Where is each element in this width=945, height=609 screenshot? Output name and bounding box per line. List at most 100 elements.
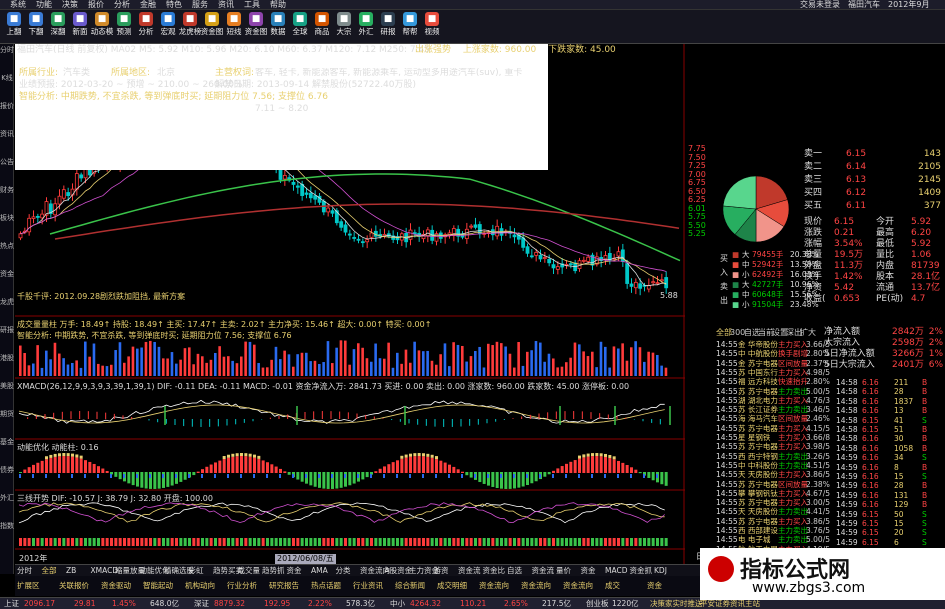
extension-tab[interactable]: 行业资讯 — [353, 580, 383, 591]
extension-tab[interactable]: 智能起动 — [143, 580, 173, 591]
extension-tab[interactable]: 关联报价 — [59, 580, 89, 591]
status-item: 深证 — [194, 599, 209, 608]
trend-block — [378, 538, 382, 546]
tick-side: B — [922, 481, 928, 491]
toolbar-button[interactable]: ■ 外汇 — [356, 12, 376, 42]
sidebar-item[interactable]: 报价 — [0, 102, 14, 128]
sidebar-item[interactable]: 指数 — [0, 522, 14, 548]
sidebar-item[interactable]: 研报 — [0, 326, 14, 352]
volume-bar — [88, 356, 91, 376]
menu-item[interactable]: 系统 — [10, 0, 26, 10]
trend-block — [62, 538, 66, 546]
extension-tab[interactable]: 成交 — [605, 580, 620, 591]
toolbar-button[interactable]: ■ 深翻 — [48, 12, 68, 42]
toolbar-button[interactable]: ■ 资金图 — [245, 12, 267, 42]
toolbar-button[interactable]: ■ 宏观 — [158, 12, 178, 42]
extension-tab[interactable]: 扩展区 — [17, 580, 40, 591]
extension-tab[interactable]: 机构动向 — [185, 580, 215, 591]
menu-item[interactable]: 帮助 — [270, 0, 286, 10]
toolbar-button[interactable]: ■ 视频 — [422, 12, 442, 42]
chart-area[interactable]: 福田汽车(日线 前复权) MA02 M5: 5.92 M10: 5.96 M20… — [15, 44, 685, 564]
extension-tab[interactable]: 资金流向 — [521, 580, 551, 591]
toolbar-button[interactable]: ■ 大宗 — [334, 12, 354, 42]
trend-block — [279, 538, 282, 546]
menu-item[interactable]: 工具 — [244, 0, 260, 10]
menu-item[interactable]: 特色 — [166, 0, 182, 10]
toolbar-button[interactable]: ■ 数据 — [268, 12, 288, 42]
sidebar-item[interactable]: 热点 — [0, 242, 14, 268]
energy-bar — [309, 472, 313, 486]
volume-bar — [500, 343, 503, 376]
menu-item[interactable]: 资讯 — [218, 0, 234, 10]
flow-legend-row: ■ 大 42727手 10.96% — [686, 280, 945, 289]
extension-tab[interactable]: 行业分析 — [227, 580, 257, 591]
volume-bar — [123, 362, 126, 376]
extension-tab[interactable]: 资金流向 — [479, 580, 509, 591]
extension-tab[interactable]: 资金 — [647, 580, 662, 591]
volume-bar — [214, 352, 217, 376]
extension-tab[interactable]: 资金驱动 — [101, 580, 131, 591]
toolbar-button[interactable]: ■ 商品 — [312, 12, 332, 42]
toolbar-button[interactable]: ■ 预测 — [114, 12, 134, 42]
sidebar-item[interactable]: 债券 — [0, 466, 14, 492]
sidebar-item[interactable]: 基金 — [0, 438, 14, 464]
tick-price: 6.16 — [862, 378, 879, 387]
toolbar-button[interactable]: ■ 研报 — [378, 12, 398, 42]
extension-tab[interactable]: 热点话题 — [311, 580, 341, 591]
sidebar-item[interactable]: K线 — [0, 74, 14, 100]
sidebar-item[interactable]: 资讯 — [0, 130, 14, 156]
status-item: 创业板 — [586, 599, 609, 608]
toolbar-button[interactable]: ■ 新面 — [70, 12, 90, 42]
energy-bar — [214, 462, 217, 473]
candle-body — [291, 181, 296, 185]
extension-tab[interactable]: 成交明细 — [437, 580, 467, 591]
sidebar-item[interactable]: 外汇 — [0, 494, 14, 520]
tick-volume: 30 — [894, 434, 904, 444]
energy-bar — [170, 472, 174, 486]
toolbar-button[interactable]: ■ 资金图 — [201, 12, 223, 42]
sidebar-item[interactable]: 分时 — [0, 46, 14, 72]
tick-side: B — [922, 425, 928, 434]
menu-item[interactable]: 服务 — [192, 0, 208, 10]
sidebar-item[interactable]: 板块 — [0, 214, 14, 240]
toolbar-button[interactable]: ■ 龙虎榜 — [179, 12, 201, 42]
sidebar-item[interactable]: 龙虎 — [0, 298, 14, 324]
menu-item[interactable]: 报价 — [88, 0, 104, 10]
sidebar-item[interactable]: 期货 — [0, 410, 14, 436]
toolbar-button[interactable]: ■ 短线 — [224, 12, 244, 42]
menu-item[interactable]: 金融 — [140, 0, 156, 10]
energy-bar — [521, 472, 525, 487]
sidebar-item[interactable]: 财务 — [0, 186, 14, 212]
energy-bar — [88, 461, 92, 473]
trend-block — [474, 538, 477, 546]
toolbar-button[interactable]: ■ 下翻 — [26, 12, 46, 42]
news-row[interactable]: 14:55 中 中航股份 换手剧增 2.80% — [686, 349, 945, 358]
sidebar-item[interactable]: 美股 — [0, 382, 14, 408]
extension-tab[interactable]: 研究报告 — [269, 580, 299, 591]
tick-side: B — [922, 406, 928, 416]
extension-tab[interactable]: 综合新闻 — [395, 580, 425, 591]
toolbar-button[interactable]: ■ 全球 — [290, 12, 310, 42]
trend-block — [422, 538, 425, 546]
menu-item[interactable]: 功能 — [36, 0, 52, 10]
toolbar-button[interactable]: ■ 帮帮 — [400, 12, 420, 42]
extension-tab[interactable]: 资金流向 — [563, 580, 593, 591]
sidebar-item[interactable]: 资金 — [0, 270, 14, 296]
menu-item[interactable]: 决策 — [62, 0, 78, 10]
sidebar-item[interactable]: 公告 — [0, 158, 14, 184]
sidebar-item[interactable]: 港股 — [0, 354, 14, 380]
volume-bar — [513, 367, 516, 376]
trend-block — [149, 538, 152, 546]
news-row[interactable]: 14:55 金 苏宁电器 区间放量 2.37% — [686, 359, 945, 368]
flow-legend-row: ■ 小 62492手 16.03% — [686, 270, 945, 279]
chart-title-right: 出涨强势 上涨家数: 960.00 下跌家数: 45.00 — [415, 45, 616, 55]
menu-item[interactable]: 分析 — [114, 0, 130, 10]
toolbar-button[interactable]: ■ 上翻 — [4, 12, 24, 42]
news-row[interactable]: 14:55 苏 中国东行 主力买入 4.98/5 — [686, 368, 945, 377]
volume-bar — [331, 363, 334, 376]
energy-bar — [296, 472, 300, 480]
toolbar-button[interactable]: ■ 动态模 — [91, 12, 113, 42]
flow-k: 中 — [742, 290, 750, 299]
toolbar-button[interactable]: ■ 分析 — [136, 12, 156, 42]
news-row[interactable]: 14:55 金 华帝股份 主力买入 3.66/5 — [686, 340, 945, 349]
